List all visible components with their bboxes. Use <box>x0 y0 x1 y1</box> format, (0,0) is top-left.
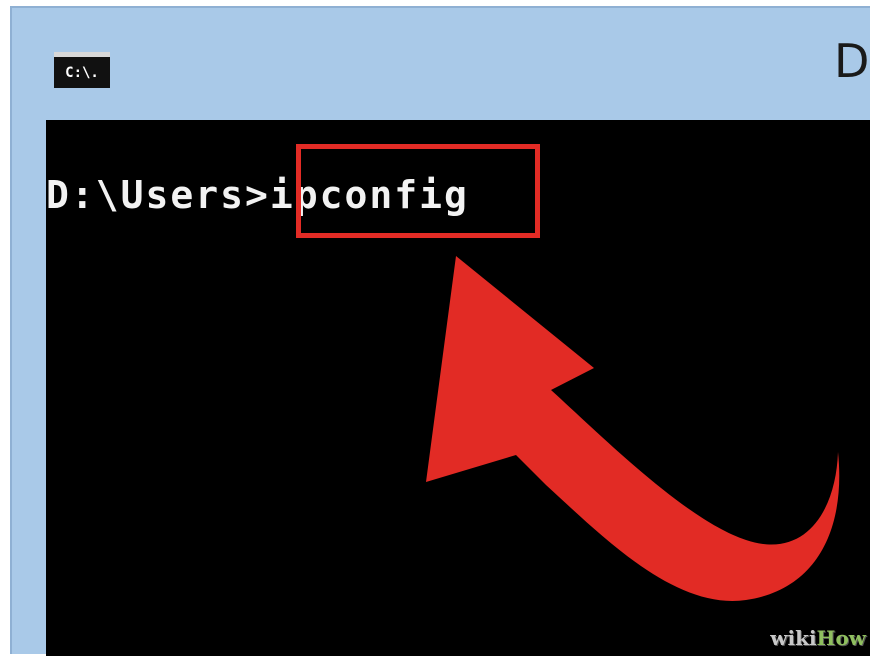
screenshot-frame: C:\. D D:\Users>ipconfig wikiHow <box>0 0 870 656</box>
window-title: D <box>834 34 870 88</box>
cmd-icon-label: C:\. <box>65 64 99 81</box>
cmd-icon: C:\. <box>54 52 110 88</box>
console-area[interactable]: D:\Users>ipconfig wikiHow <box>46 120 870 656</box>
title-bar: C:\. D <box>12 8 870 122</box>
watermark: wikiHow <box>770 626 866 650</box>
command-prompt-window: C:\. D D:\Users>ipconfig wikiHow <box>10 6 870 656</box>
red-arrow-path <box>426 256 840 601</box>
red-arrow-icon <box>426 256 840 601</box>
